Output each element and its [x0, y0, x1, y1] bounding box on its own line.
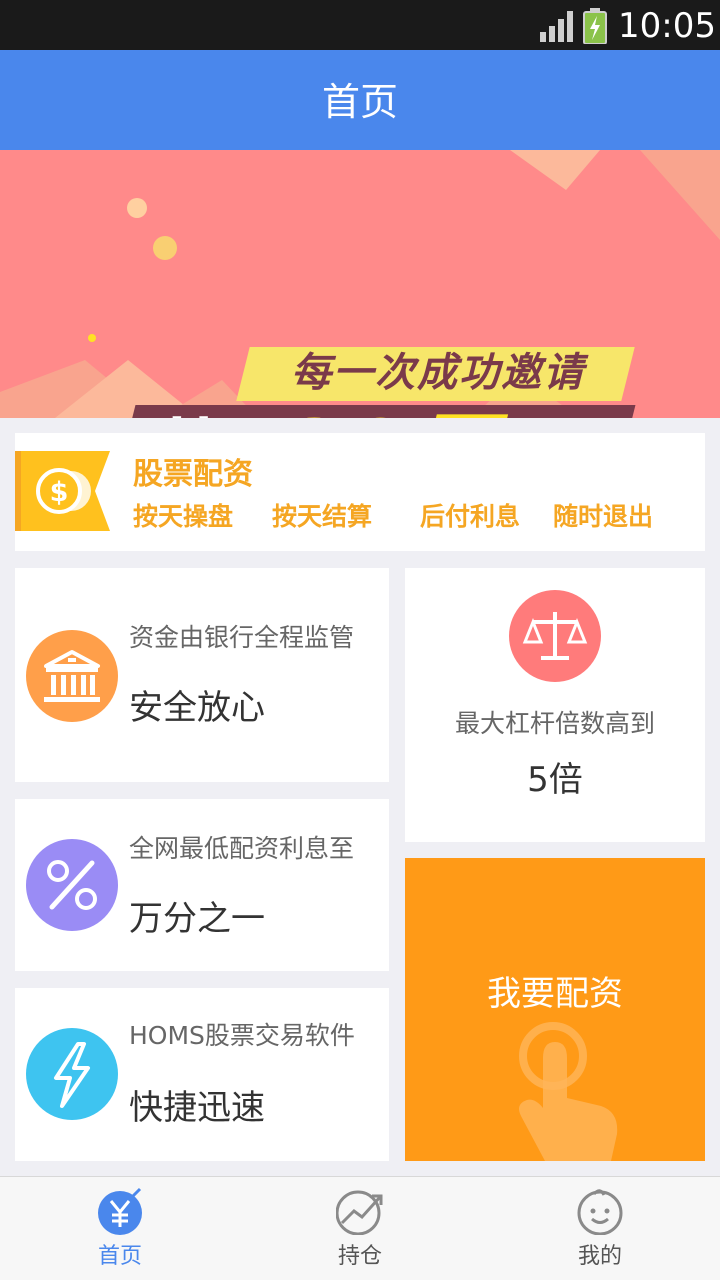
- bank-icon: [26, 630, 118, 722]
- interest-title: 万分之一: [129, 899, 265, 939]
- promo-banner[interactable]: 每一次成功邀请 获 20元 现 金: [0, 150, 720, 418]
- apply-financing-button[interactable]: 我要配资: [405, 858, 705, 1161]
- nav-profile[interactable]: 我的: [480, 1177, 720, 1280]
- banner-headline: 每一次成功邀请: [291, 350, 585, 396]
- promo-title: 股票配资: [133, 457, 253, 492]
- status-time: 10:05: [618, 6, 716, 46]
- promo-feature: 后付利息: [420, 502, 521, 531]
- banner-amount: 20元: [276, 402, 502, 418]
- svg-text:$: $: [50, 477, 69, 508]
- stock-financing-card[interactable]: $ 股票配资 按天操盘 按天结算 后付利息 随时退出: [15, 433, 705, 551]
- yuan-icon: [98, 1187, 142, 1235]
- face-icon: [577, 1189, 623, 1235]
- scale-icon: [509, 590, 601, 682]
- nav-profile-label: 我的: [577, 1244, 622, 1269]
- nav-home[interactable]: 首页: [0, 1177, 240, 1280]
- nav-home-label: 首页: [97, 1244, 142, 1269]
- speed-card: HOMS股票交易软件 快捷迅速: [15, 988, 389, 1161]
- coins-ribbon-icon: $: [15, 451, 110, 531]
- security-card: 资金由银行全程监管 安全放心: [15, 568, 389, 782]
- signal-icon: [540, 11, 573, 42]
- bottom-nav: 首页 持仓 我的: [0, 1176, 720, 1280]
- percent-icon: [26, 839, 118, 931]
- lightning-icon: [26, 1028, 118, 1120]
- security-title: 安全放心: [129, 688, 265, 728]
- speed-title: 快捷迅速: [129, 1088, 265, 1128]
- leverage-card: 最大杠杆倍数高到 5倍: [405, 568, 705, 842]
- promo-feature: 随时退出: [553, 502, 654, 531]
- trend-chart-icon: [336, 1190, 383, 1235]
- interest-subtitle: 全网最低配资利息至: [129, 834, 355, 863]
- speed-subtitle: HOMS股票交易软件: [129, 1021, 355, 1050]
- promo-feature: 按天结算: [272, 502, 373, 531]
- app-header: 首页: [0, 50, 720, 150]
- nav-positions[interactable]: 持仓: [240, 1177, 480, 1280]
- banner-prefix: 获: [150, 408, 230, 418]
- security-subtitle: 资金由银行全程监管: [129, 623, 355, 652]
- apply-financing-label: 我要配资: [487, 974, 623, 1014]
- page-title: 首页: [321, 80, 398, 124]
- leverage-title: 5倍: [527, 760, 583, 800]
- interest-card: 全网最低配资利息至 万分之一: [15, 799, 389, 971]
- nav-positions-label: 持仓: [337, 1244, 382, 1269]
- promo-feature: 按天操盘: [133, 502, 234, 531]
- battery-icon: [583, 8, 607, 44]
- leverage-subtitle: 最大杠杆倍数高到: [454, 709, 655, 738]
- status-bar: 10:05: [0, 0, 720, 50]
